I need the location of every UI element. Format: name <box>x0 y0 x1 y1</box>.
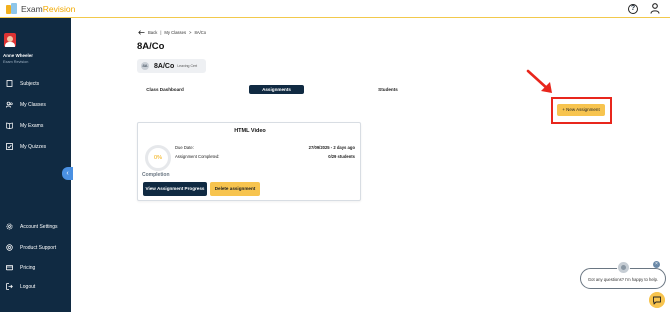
sidebar-item-my-classes[interactable]: My Classes <box>6 101 46 108</box>
delete-assignment-button[interactable]: Delete assignment <box>210 182 260 196</box>
sidebar-item-label: Subjects <box>20 80 40 87</box>
sidebar-item-label: My Exams <box>20 122 44 129</box>
view-assignment-progress-button[interactable]: View Assignment Progress <box>143 182 207 196</box>
sidebar-item-subjects[interactable]: Subjects <box>6 80 39 87</box>
sidebar-item-label: Logout <box>20 283 36 290</box>
breadcrumb-current: 8A/Co <box>194 30 207 35</box>
subjects-icon <box>6 80 13 87</box>
annotation-arrow-icon <box>526 69 552 93</box>
sidebar-item-product-support[interactable]: Product Support <box>6 244 56 251</box>
page-title: 8A/Co <box>137 41 165 52</box>
exams-icon <box>6 122 13 129</box>
completion-label: Completion <box>142 172 170 178</box>
breadcrumb-separator: > <box>189 30 192 35</box>
sidebar-item-label: My Classes <box>20 101 46 108</box>
breadcrumb-separator: | <box>160 30 162 35</box>
sidebar-item-logout[interactable]: Logout <box>6 283 35 290</box>
sidebar-item-my-exams[interactable]: My Exams <box>6 122 43 129</box>
class-level: Leaving Cert <box>177 64 198 68</box>
breadcrumb: Back | My Classes > 8A/Co <box>138 30 206 35</box>
sidebar-item-label: Pricing <box>20 264 36 271</box>
brand-name-prefix: Exam <box>21 4 43 14</box>
new-assignment-button[interactable]: + New Assignment <box>557 104 605 116</box>
sidebar-item-label: Account Settings <box>20 223 58 230</box>
logo-icon <box>6 3 18 15</box>
chat-agent-avatar <box>617 261 630 274</box>
profile-name: Anne Wheeler <box>3 53 34 58</box>
back-arrow-icon[interactable] <box>138 30 145 35</box>
top-bar: ExamRevision ? <box>0 0 670 18</box>
user-account-icon[interactable] <box>650 3 660 14</box>
due-date-value: 27/09/2025 - 2 days ago <box>308 145 355 150</box>
sidebar-item-label: My Quizzes <box>20 143 47 150</box>
back-link[interactable]: Back <box>148 30 157 35</box>
completed-value: 0/29 students <box>328 154 355 159</box>
profile-subtitle: Exam Revision <box>3 60 29 64</box>
sidebar-item-label: Product Support <box>20 244 57 251</box>
chat-close-icon[interactable]: × <box>653 261 660 268</box>
assignment-title: HTML Video <box>234 128 266 134</box>
class-chip: 8A 8A/Co Leaving Cert <box>137 59 206 73</box>
brand-logo[interactable]: ExamRevision <box>6 3 75 15</box>
sidebar-item-pricing[interactable]: Pricing <box>6 264 35 271</box>
logout-icon <box>6 283 13 290</box>
classes-icon <box>6 101 13 108</box>
class-icon: 8A <box>141 62 149 70</box>
tab-students[interactable]: Students <box>365 85 411 94</box>
pricing-icon <box>6 264 13 271</box>
avatar[interactable] <box>4 33 16 47</box>
completion-percent: 0% <box>154 155 162 161</box>
brand-name-suffix: Revision <box>42 4 76 14</box>
sidebar: Anne Wheeler Exam Revision Subjects My C… <box>0 18 71 312</box>
gear-icon <box>6 223 13 230</box>
chat-launcher-icon[interactable] <box>649 292 665 308</box>
completed-label: Assignment Completed: <box>175 154 220 159</box>
due-date-label: Due Date: <box>175 145 194 150</box>
sidebar-item-my-quizzes[interactable]: My Quizzes <box>6 143 46 150</box>
completion-ring: 0% <box>145 145 171 171</box>
support-icon <box>6 244 13 251</box>
quizzes-icon <box>6 143 13 150</box>
sidebar-item-account-settings[interactable]: Account Settings <box>6 223 58 230</box>
help-icon[interactable]: ? <box>628 4 638 14</box>
assignment-card: HTML Video 0% Completion Due Date: 27/09… <box>137 122 361 201</box>
tab-assignments[interactable]: Assignments <box>249 85 304 94</box>
tab-class-dashboard[interactable]: Class Dashboard <box>138 85 192 94</box>
class-name: 8A/Co <box>154 62 175 70</box>
breadcrumb-my-classes[interactable]: My Classes <box>164 30 186 35</box>
sidebar-collapse-button[interactable]: ‹ <box>62 167 73 180</box>
